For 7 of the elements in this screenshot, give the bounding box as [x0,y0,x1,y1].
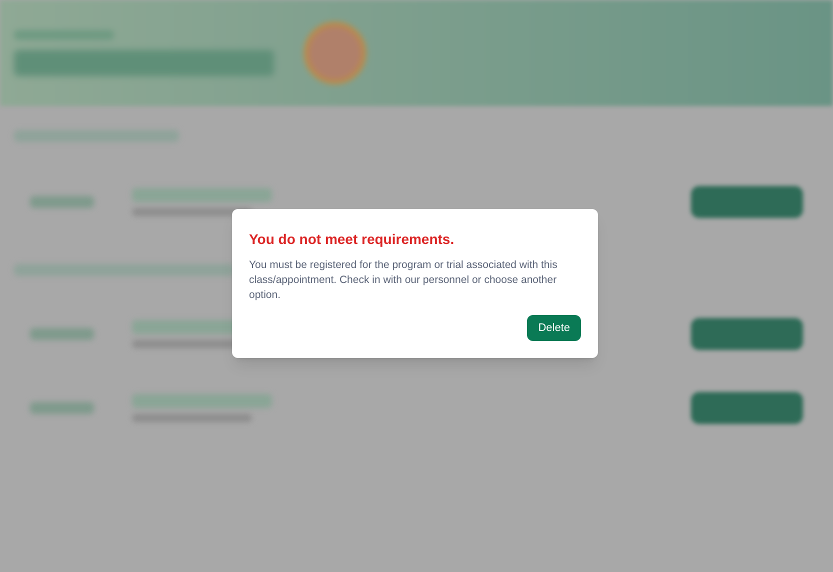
dialog-message: You must be registered for the program or trial associated with this class/appointment. Check in with our personnel or choose another option. [249,258,558,303]
dialog-title: You do not meet requirements. [249,230,456,249]
blurred-time [30,328,94,340]
blurred-time [30,402,94,414]
blurred-time [30,196,94,208]
avatar [304,22,366,84]
delete-button[interactable]: Delete [527,315,581,341]
